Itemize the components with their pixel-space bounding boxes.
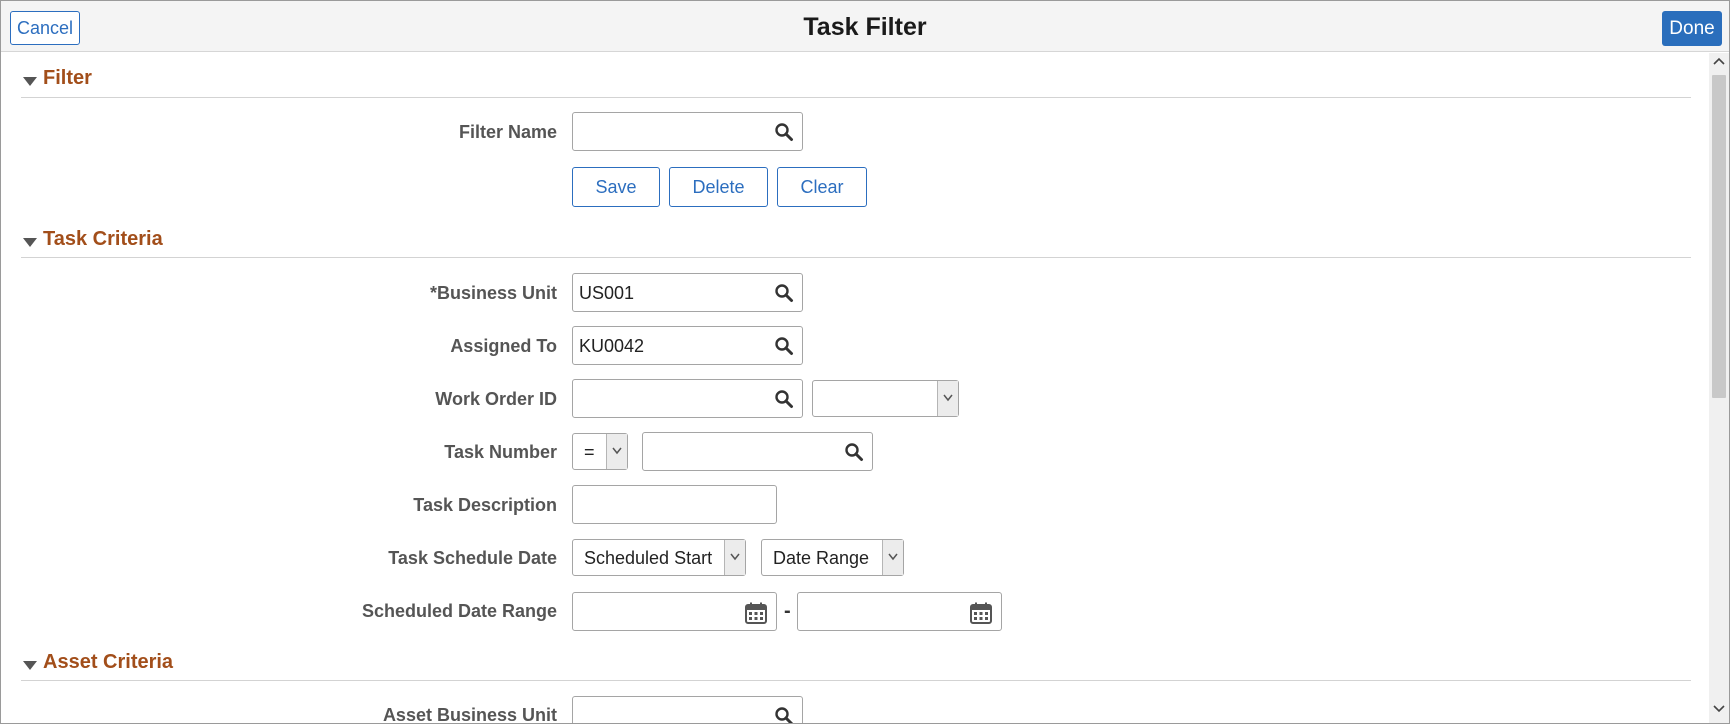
business-unit-value: US001 xyxy=(579,283,635,303)
schedule-type-value: Scheduled Start xyxy=(584,548,713,568)
schedule-type-select[interactable]: Scheduled Start xyxy=(572,539,746,576)
magnifier-icon[interactable] xyxy=(774,336,794,356)
task-number-label: Task Number xyxy=(444,442,557,462)
chevron-down-icon[interactable] xyxy=(724,540,745,575)
business-unit-label: *Business Unit xyxy=(429,283,557,303)
scroll-down-icon[interactable] xyxy=(1713,705,1725,713)
triangle-down-icon xyxy=(23,661,37,670)
section-filter-title: Filter xyxy=(43,67,92,89)
task-description-input[interactable] xyxy=(572,485,777,524)
chevron-down-icon[interactable] xyxy=(882,540,903,575)
magnifier-icon[interactable] xyxy=(774,283,794,303)
scroll-up-icon[interactable] xyxy=(1713,57,1725,65)
section-asset-criteria-title: Asset Criteria xyxy=(43,651,174,673)
task-number-input[interactable] xyxy=(642,432,873,471)
calendar-icon[interactable] xyxy=(969,601,993,625)
calendar-icon[interactable] xyxy=(744,601,768,625)
page-title: Task Filter xyxy=(803,13,927,41)
magnifier-icon[interactable] xyxy=(774,706,794,724)
task-number-operator-value: = xyxy=(584,442,595,462)
section-divider xyxy=(21,97,1691,98)
work-order-select[interactable] xyxy=(812,380,959,417)
section-divider xyxy=(21,257,1691,258)
date-range-separator: - xyxy=(784,600,791,622)
done-button[interactable]: Done xyxy=(1662,11,1722,46)
task-description-label: Task Description xyxy=(413,495,557,515)
magnifier-icon[interactable] xyxy=(774,122,794,142)
section-divider xyxy=(21,680,1691,681)
chevron-down-icon[interactable] xyxy=(606,434,627,469)
filter-name-label: Filter Name xyxy=(458,122,557,142)
chevron-down-icon[interactable] xyxy=(937,381,958,416)
business-unit-input[interactable]: US001 xyxy=(572,273,803,312)
triangle-down-icon xyxy=(23,238,37,247)
schedule-mode-select[interactable]: Date Range xyxy=(761,539,904,576)
assigned-to-label: Assigned To xyxy=(450,336,557,356)
modal-window: Cancel Task Filter Done Filter Filter Na… xyxy=(0,0,1730,724)
magnifier-icon[interactable] xyxy=(844,442,864,462)
scrollbar-thumb[interactable] xyxy=(1712,75,1726,398)
date-to-input[interactable] xyxy=(797,592,1002,631)
clear-button[interactable]: Clear xyxy=(777,167,867,207)
section-task-criteria-title: Task Criteria xyxy=(43,228,163,250)
triangle-down-icon xyxy=(23,77,37,86)
assigned-to-value: KU0042 xyxy=(579,336,645,356)
work-order-id-input[interactable] xyxy=(572,379,803,418)
asset-business-unit-input[interactable] xyxy=(572,696,803,724)
filter-name-input[interactable] xyxy=(572,112,803,151)
date-from-input[interactable] xyxy=(572,592,777,631)
schedule-mode-value: Date Range xyxy=(773,548,870,568)
scheduled-date-range-label: Scheduled Date Range xyxy=(361,601,557,621)
work-order-id-label: Work Order ID xyxy=(435,389,557,409)
modal-header: Cancel Task Filter Done xyxy=(1,1,1729,52)
assigned-to-input[interactable]: KU0042 xyxy=(572,326,803,365)
save-button[interactable]: Save xyxy=(572,167,660,207)
delete-button[interactable]: Delete xyxy=(669,167,768,207)
task-number-operator-select[interactable]: = xyxy=(572,433,628,470)
asset-business-unit-label: Asset Business Unit xyxy=(382,705,557,724)
task-schedule-date-label: Task Schedule Date xyxy=(388,548,557,568)
vertical-scrollbar[interactable] xyxy=(1709,53,1729,723)
magnifier-icon[interactable] xyxy=(774,389,794,409)
